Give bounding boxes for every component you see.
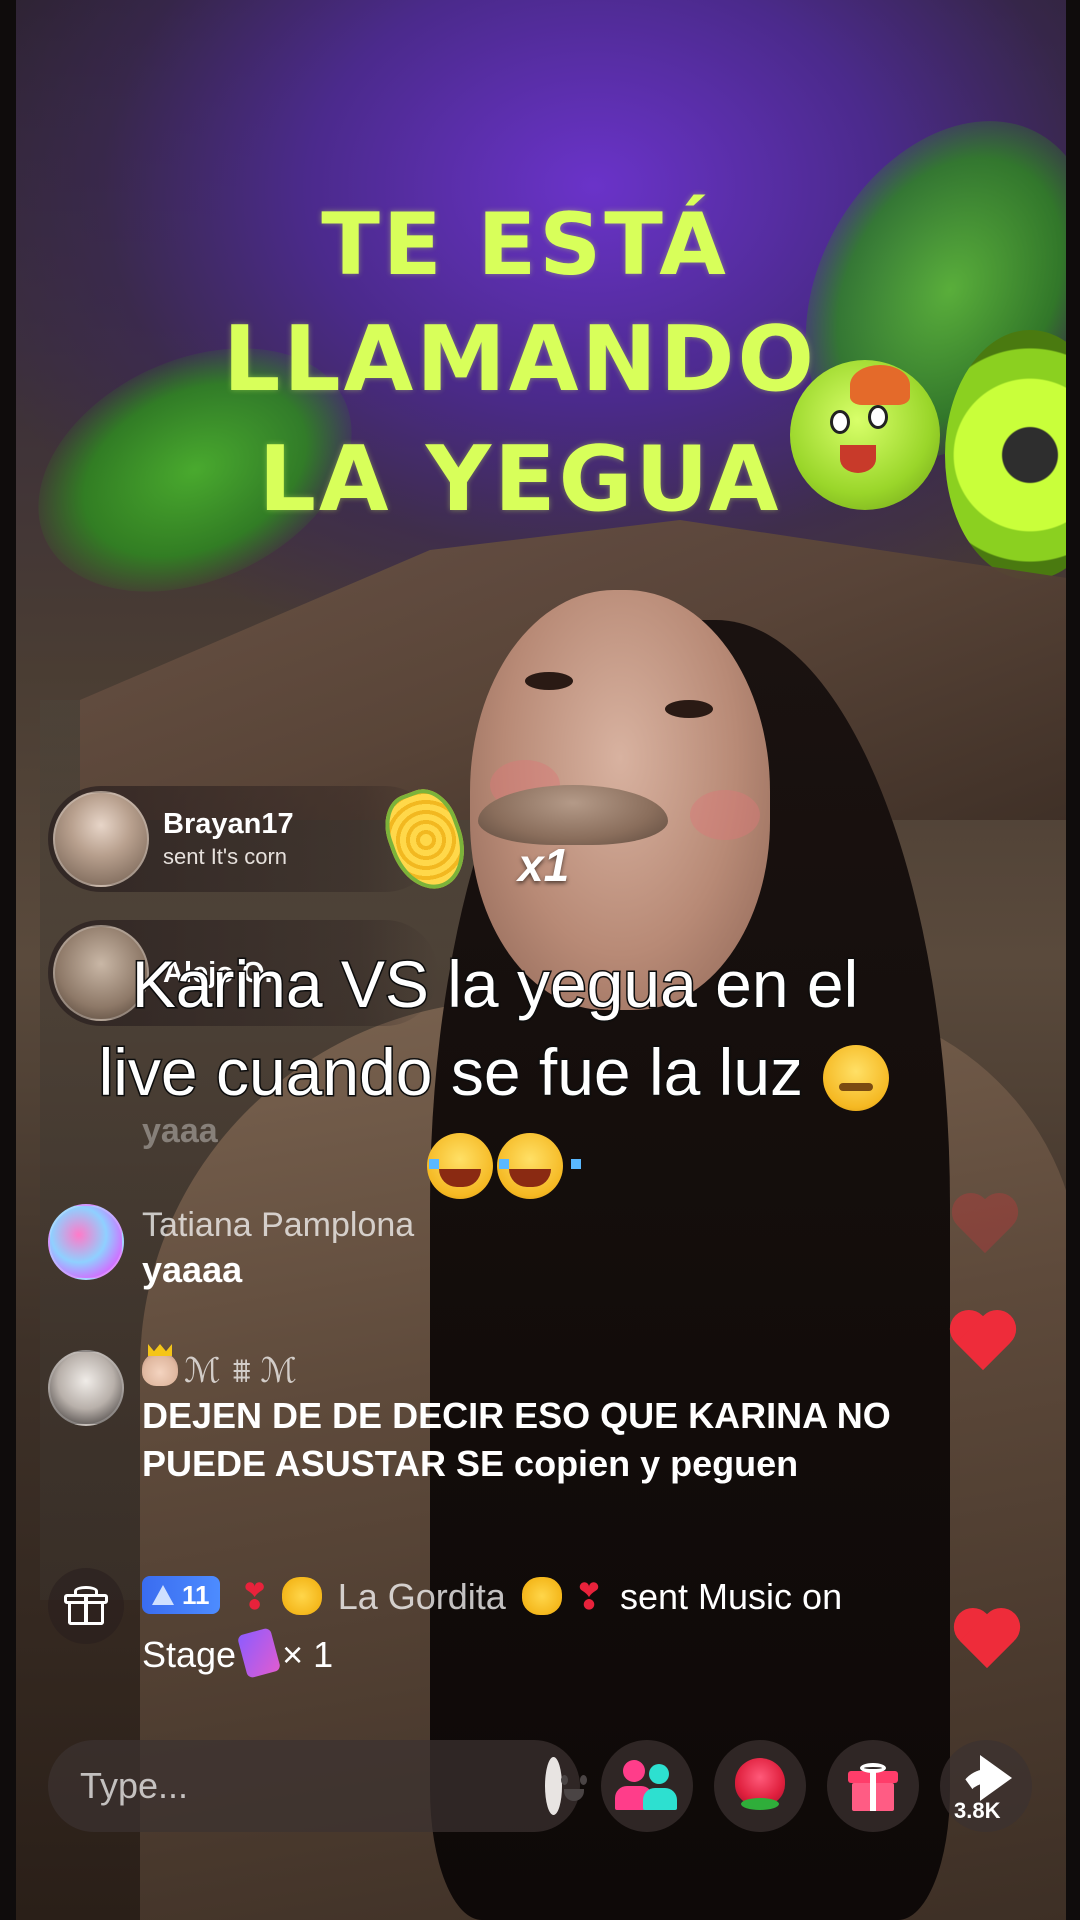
chat-text: yaaaa	[142, 1249, 243, 1290]
comment-input[interactable]	[80, 1765, 545, 1807]
caption-text: live cuando se fue la luz	[97, 1034, 804, 1111]
mascot-mouth	[840, 445, 876, 473]
crown-princess-icon	[142, 1352, 178, 1386]
gift-description: sent It's corn	[163, 844, 288, 869]
sign-line: LLAMANDO	[222, 307, 818, 412]
mascot-eye	[830, 410, 850, 434]
kissing-cat-icon	[521, 1577, 562, 1615]
sign-line: LA YEGUA	[258, 427, 782, 532]
level-badge: 11	[142, 1576, 220, 1614]
gift-event-text: 11 ❣ La Gordita ❣ sent Music on Stage × 1	[142, 1568, 842, 1684]
chat-username-row[interactable]: ℳ ⩩ ℳ	[142, 1350, 1002, 1392]
comment-field[interactable]	[48, 1740, 584, 1832]
bottom-action-bar: 3.8K	[48, 1740, 1038, 1832]
chat-username[interactable]: Tatiana Pamplona	[142, 1204, 414, 1246]
heart-icon	[952, 1610, 1022, 1674]
joy-emoji-icon	[497, 1132, 581, 1199]
pensive-emoji-icon	[823, 1044, 890, 1111]
caption-line: Karina VS la yegua en el	[30, 940, 960, 1028]
chat-text: DEJEN DE DE DECIR ESO QUE KARINA NO PUED…	[142, 1395, 891, 1484]
music-ticket-icon	[236, 1627, 282, 1679]
gift-sender-name: Brayan17	[163, 808, 294, 840]
frame-border	[1066, 0, 1080, 1920]
joy-emoji-icon	[427, 1132, 511, 1199]
streamer-cheek	[690, 790, 760, 840]
level-number: 11	[182, 1580, 210, 1610]
streamer-eye	[665, 700, 713, 718]
gift-icon	[48, 1568, 124, 1644]
gift-chat-event[interactable]: 11 ❣ La Gordita ❣ sent Music on Stage × 1	[48, 1568, 1008, 1684]
sign-line: TE ESTÁ	[321, 195, 729, 295]
chat-body: Tatiana Pamplona yaaaa	[142, 1204, 414, 1294]
chat-body: ℳ ⩩ ℳ DEJEN DE DE DECIR ESO QUE KARINA N…	[142, 1350, 1002, 1488]
gift-count: × 1	[282, 1634, 334, 1675]
gift-banner-text: Brayan17 sent It's corn	[163, 806, 294, 872]
heart-icon	[948, 1312, 1018, 1376]
gift-name: Stage	[142, 1634, 237, 1675]
chat-message[interactable]: Tatiana Pamplona yaaaa	[48, 1204, 414, 1294]
avatar[interactable]	[53, 791, 149, 887]
gift-box-icon	[848, 1763, 898, 1811]
gift-username[interactable]: La Gordita	[338, 1576, 506, 1617]
share-icon	[958, 1755, 1014, 1801]
heart-exclamation-icon: ❣	[573, 1576, 604, 1617]
guest-icon	[623, 1760, 645, 1782]
gift-combo-count: x1	[518, 839, 570, 891]
streamer-eye	[525, 672, 573, 690]
effect-sign: TE ESTÁ LLAMANDO LA YEGUA	[200, 190, 840, 540]
multi-guest-button[interactable]	[601, 1740, 693, 1832]
share-button[interactable]: 3.8K	[940, 1740, 1032, 1832]
mascot-eye	[868, 405, 888, 429]
avatar[interactable]	[48, 1350, 124, 1426]
gift-outline-icon	[64, 1586, 108, 1626]
rose-icon	[735, 1758, 785, 1810]
guest-icon	[649, 1764, 669, 1784]
heart-exclamation-icon: ❣	[239, 1576, 270, 1617]
chat-message[interactable]: ℳ ⩩ ℳ DEJEN DE DE DECIR ESO QUE KARINA N…	[48, 1350, 1002, 1488]
chat-username: ℳ ⩩ ℳ	[184, 1352, 297, 1390]
gift-banner[interactable]: Brayan17 sent It's corn	[48, 786, 438, 892]
mascot-hat	[850, 365, 910, 405]
kissing-cat-icon	[281, 1577, 322, 1615]
video-caption: Karina VS la yegua en el live cuando se …	[30, 940, 960, 1204]
caption-line: live cuando se fue la luz	[30, 1028, 960, 1116]
faded-chat-message: yaaa	[142, 1112, 218, 1150]
emoji-icon[interactable]	[545, 1757, 584, 1815]
heart-icon	[950, 1195, 1020, 1259]
gift-action-text: sent Music on	[620, 1576, 843, 1617]
avatar[interactable]	[48, 1204, 124, 1280]
frame-border	[0, 0, 16, 1920]
caption-text: Karina VS la yegua en el	[130, 946, 859, 1023]
gift-button[interactable]	[827, 1740, 919, 1832]
rose-gift-button[interactable]	[714, 1740, 806, 1832]
share-count: 3.8K	[954, 1798, 1001, 1823]
level-icon	[152, 1585, 174, 1605]
